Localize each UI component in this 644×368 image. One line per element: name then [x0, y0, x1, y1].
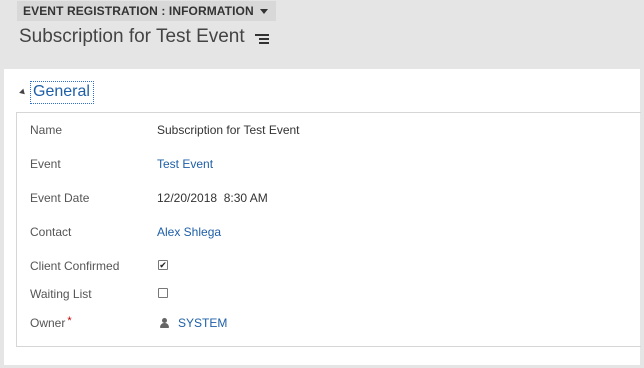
- form-selector-dropdown[interactable]: EVENT REGISTRATION : INFORMATION: [17, 1, 276, 21]
- field-row-owner: Owner * SYSTEM: [17, 315, 627, 336]
- fields-table: Name Subscription for Test Event Event T…: [16, 112, 641, 347]
- menu-icon[interactable]: [254, 34, 269, 44]
- form-body: General Name Subscription for Test Event…: [4, 69, 641, 365]
- field-row-event-date: Event Date 12/20/2018 8:30 AM: [17, 191, 627, 211]
- owner-label-text: Owner: [30, 316, 66, 330]
- event-link[interactable]: Test Event: [157, 157, 213, 171]
- field-value-event-date[interactable]: 12/20/2018 8:30 AM: [157, 191, 268, 205]
- field-row-event: Event Test Event: [17, 157, 627, 177]
- caret-down-icon: [259, 9, 268, 14]
- field-label-name: Name: [30, 123, 63, 137]
- record-title-area: Subscription for Test Event: [19, 26, 269, 48]
- field-row-name: Name Subscription for Test Event: [17, 123, 627, 143]
- field-label-contact: Contact: [30, 225, 72, 239]
- client-confirmed-checkbox[interactable]: ✔: [158, 260, 168, 270]
- collapse-triangle-icon[interactable]: [19, 88, 27, 97]
- field-label-client-confirmed: Client Confirmed: [30, 259, 120, 273]
- field-label-waiting-list: Waiting List: [30, 287, 92, 301]
- section-header-general[interactable]: General: [19, 81, 94, 104]
- field-label-event: Event: [30, 157, 61, 171]
- user-icon: [160, 318, 169, 328]
- waiting-list-checkbox[interactable]: [158, 288, 168, 298]
- record-title: Subscription for Test Event: [19, 26, 245, 47]
- section-title[interactable]: General: [30, 81, 94, 104]
- field-row-client-confirmed: Client Confirmed ✔: [17, 259, 627, 279]
- owner-lookup[interactable]: SYSTEM: [160, 316, 227, 330]
- field-row-waiting-list: Waiting List: [17, 287, 627, 307]
- required-asterisk: *: [67, 315, 72, 327]
- contact-link[interactable]: Alex Shlega: [157, 225, 221, 239]
- field-label-event-date: Event Date: [30, 191, 90, 205]
- form-selector-label: EVENT REGISTRATION : INFORMATION: [23, 4, 254, 18]
- field-value-name[interactable]: Subscription for Test Event: [157, 123, 300, 137]
- field-row-contact: Contact Alex Shlega: [17, 225, 627, 245]
- field-label-owner: Owner *: [30, 315, 72, 330]
- owner-link[interactable]: SYSTEM: [178, 316, 227, 330]
- form-header: EVENT REGISTRATION : INFORMATION Subscri…: [0, 0, 644, 68]
